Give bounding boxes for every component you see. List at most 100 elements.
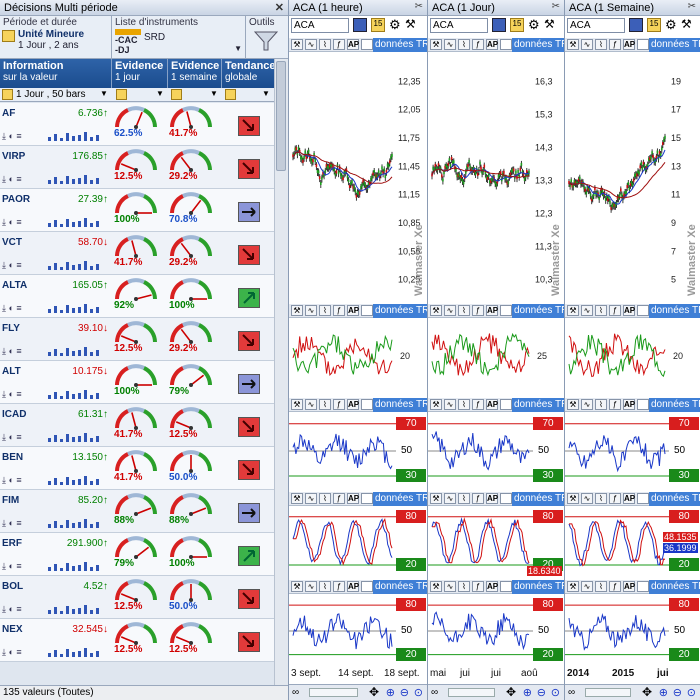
- line-tool-icon[interactable]: ∿: [305, 305, 317, 316]
- hammer-icon[interactable]: ⚒: [291, 305, 303, 316]
- hammer-icon[interactable]: ⚒: [291, 399, 303, 410]
- hammer-icon[interactable]: ⚒: [430, 305, 442, 316]
- funnel-icon[interactable]: [254, 30, 278, 52]
- line-tool-icon[interactable]: ∿: [581, 305, 593, 316]
- line-tool-icon[interactable]: ∿: [444, 39, 456, 50]
- zoom-reset-icon[interactable]: ⊙: [414, 686, 423, 699]
- hammer-icon[interactable]: ⚒: [430, 39, 442, 50]
- fx-icon[interactable]: ƒ: [472, 305, 484, 316]
- header-evidence-day[interactable]: Evidence 1 jour: [112, 59, 168, 88]
- move-icon[interactable]: ✥: [642, 685, 652, 699]
- scrollbar-thumb[interactable]: [276, 61, 286, 171]
- indicator-icon[interactable]: ⌇: [458, 493, 470, 504]
- indicator-icon[interactable]: ⌇: [595, 493, 607, 504]
- indicator-chart[interactable]: 25: [428, 318, 565, 394]
- line-tool-icon[interactable]: ∿: [444, 399, 456, 410]
- checkbox-icon[interactable]: [361, 305, 373, 316]
- header-evidence-week[interactable]: Evidence 1 semaine: [168, 59, 222, 88]
- hammer-icon[interactable]: ⚒: [430, 493, 442, 504]
- ap-icon[interactable]: AP: [486, 581, 498, 592]
- row-symbol[interactable]: ALT: [2, 366, 21, 377]
- checkbox-icon[interactable]: [500, 399, 512, 410]
- row-symbol[interactable]: ICAD: [2, 409, 26, 420]
- symbol-input[interactable]: ACA: [567, 18, 625, 33]
- table-row[interactable]: AF 6.736↑ ⤓ ◐ ≡ 62.5% 41.7%: [0, 103, 274, 146]
- ap-icon[interactable]: AP: [486, 399, 498, 410]
- link-icon[interactable]: ∞: [431, 687, 438, 698]
- table-row[interactable]: BEN 13.150↑ ⤓ ◐ ≡ 41.7% 50.0%: [0, 447, 274, 490]
- row-symbol[interactable]: VCT: [2, 237, 22, 248]
- table-row[interactable]: FIM 85.20↑ ⤓ ◐ ≡ 88% 88%: [0, 490, 274, 533]
- ap-icon[interactable]: AP: [623, 305, 635, 316]
- close-icon[interactable]: ✕: [275, 1, 284, 14]
- checkbox-icon[interactable]: [361, 399, 373, 410]
- line-tool-icon[interactable]: ∿: [444, 305, 456, 316]
- calendar-icon[interactable]: 15: [371, 18, 385, 32]
- calendar-icon[interactable]: [2, 89, 13, 100]
- instrument-list-selector[interactable]: Liste d'instruments -CAC -DJ SRD ▼: [112, 16, 246, 59]
- indicator-icon[interactable]: ⌇: [595, 305, 607, 316]
- fx-icon[interactable]: ƒ: [609, 39, 621, 50]
- table-row[interactable]: ALTA 165.05↑ ⤓ ◐ ≡ 92% 100%: [0, 275, 274, 318]
- table-row[interactable]: ALT 10.175↓ ⤓ ◐ ≡ 100% 79%: [0, 361, 274, 404]
- fx-icon[interactable]: ƒ: [333, 581, 345, 592]
- calendar-icon[interactable]: [225, 89, 236, 100]
- indicator-icon[interactable]: ⌇: [458, 39, 470, 50]
- move-icon[interactable]: ✥: [369, 685, 379, 699]
- row-symbol[interactable]: ALTA: [2, 280, 27, 291]
- pin-icon[interactable]: ✂: [552, 1, 560, 12]
- chevron-down-icon[interactable]: ▼: [210, 89, 218, 98]
- indicator-icon[interactable]: ⌇: [319, 581, 331, 592]
- zoom-out-icon[interactable]: ⊖: [673, 686, 682, 699]
- time-scrollbar[interactable]: [585, 688, 631, 697]
- fx-icon[interactable]: ƒ: [472, 581, 484, 592]
- row-symbol[interactable]: ERF: [2, 538, 22, 549]
- table-row[interactable]: FLY 39.10↓ ⤓ ◐ ≡ 12.5% 29.2%: [0, 318, 274, 361]
- info-icons[interactable]: ⤓ ◐ ≡: [2, 389, 22, 400]
- zoom-reset-icon[interactable]: ⊙: [551, 686, 560, 699]
- chevron-down-icon[interactable]: ▼: [156, 89, 164, 98]
- link-icon[interactable]: ∞: [568, 687, 575, 698]
- ap-icon[interactable]: AP: [623, 39, 635, 50]
- table-row[interactable]: VIRP 176.85↑ ⤓ ◐ ≡ 12.5% 29.2%: [0, 146, 274, 189]
- row-symbol[interactable]: NEX: [2, 624, 23, 635]
- indicator-chart[interactable]: 20: [289, 318, 428, 394]
- hammer-icon[interactable]: ⚒: [567, 581, 579, 592]
- ap-icon[interactable]: AP: [623, 581, 635, 592]
- fx-icon[interactable]: ƒ: [472, 39, 484, 50]
- hammer-icon[interactable]: ⚒: [567, 305, 579, 316]
- symbol-input[interactable]: ACA: [291, 18, 349, 33]
- indicator-chart[interactable]: 20: [565, 318, 700, 394]
- time-scrollbar[interactable]: [309, 688, 358, 697]
- info-icons[interactable]: ⤓ ◐ ≡: [2, 518, 22, 529]
- line-tool-icon[interactable]: ∿: [581, 581, 593, 592]
- info-icons[interactable]: ⤓ ◐ ≡: [2, 475, 22, 486]
- zoom-reset-icon[interactable]: ⊙: [687, 686, 696, 699]
- fx-icon[interactable]: ƒ: [472, 399, 484, 410]
- line-tool-icon[interactable]: ∿: [581, 399, 593, 410]
- chevron-down-icon[interactable]: ▼: [234, 44, 242, 53]
- tools-icon[interactable]: ⚙: [389, 17, 401, 33]
- hammer-icon[interactable]: ⚒: [430, 581, 442, 592]
- ap-icon[interactable]: AP: [486, 39, 498, 50]
- fx-icon[interactable]: ƒ: [609, 399, 621, 410]
- indicator-icon[interactable]: ⌇: [319, 305, 331, 316]
- indicator-icon[interactable]: ⌇: [319, 493, 331, 504]
- chevron-down-icon[interactable]: ▼: [262, 89, 270, 98]
- ap-icon[interactable]: AP: [347, 305, 359, 316]
- info-icons[interactable]: ⤓ ◐ ≡: [2, 561, 22, 572]
- tools-menu[interactable]: Outils: [246, 16, 288, 59]
- fx-icon[interactable]: ƒ: [609, 493, 621, 504]
- ap-icon[interactable]: AP: [623, 493, 635, 504]
- indicator-icon[interactable]: ⌇: [458, 581, 470, 592]
- info-icons[interactable]: ⤓ ◐ ≡: [2, 647, 22, 658]
- zoom-out-icon[interactable]: ⊖: [537, 686, 546, 699]
- ap-icon[interactable]: AP: [347, 39, 359, 50]
- header-info[interactable]: Information sur la valeur: [0, 59, 112, 88]
- chevron-down-icon[interactable]: ▼: [100, 89, 108, 98]
- zoom-out-icon[interactable]: ⊖: [400, 686, 409, 699]
- indicator-icon[interactable]: ⌇: [319, 39, 331, 50]
- line-tool-icon[interactable]: ∿: [444, 581, 456, 592]
- fx-icon[interactable]: ƒ: [609, 581, 621, 592]
- info-icons[interactable]: ⤓ ◐ ≡: [2, 432, 22, 443]
